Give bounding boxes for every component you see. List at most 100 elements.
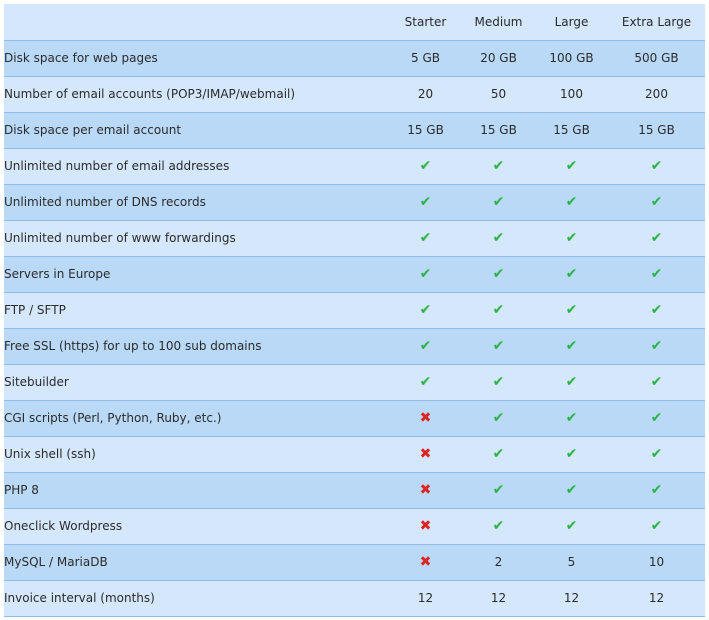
- feature-availability-cell: ✔: [608, 472, 705, 509]
- table-row: FTP / SFTP ✔ ✔ ✔ ✔: [4, 292, 705, 329]
- feature-availability-cell: ✔: [389, 328, 462, 365]
- feature-availability-cell: ✔: [462, 184, 535, 221]
- feature-availability-cell: ✔: [462, 472, 535, 509]
- check-icon: ✔: [419, 338, 432, 354]
- check-icon: ✔: [565, 302, 578, 318]
- feature-value-cell: 200: [608, 76, 705, 113]
- feature-label: Unix shell (ssh): [4, 436, 389, 473]
- feature-availability-cell: ✔: [389, 256, 462, 293]
- table-row: Oneclick Wordpress ✖ ✔ ✔ ✔: [4, 508, 705, 545]
- check-icon: ✔: [419, 158, 432, 174]
- feature-label: Number of email accounts (POP3/IMAP/webm…: [4, 76, 389, 113]
- feature-availability-cell: ✔: [608, 148, 705, 185]
- check-icon: ✔: [419, 230, 432, 246]
- feature-availability-cell: ✖: [389, 472, 462, 509]
- feature-label: MySQL / MariaDB: [4, 544, 389, 581]
- feature-value-cell: 100 GB: [535, 40, 608, 77]
- feature-availability-cell: ✔: [535, 472, 608, 509]
- check-icon: ✔: [650, 518, 663, 534]
- check-icon: ✔: [492, 410, 505, 426]
- table-row: MySQL / MariaDB ✖ 2 5 10: [4, 544, 705, 581]
- feature-value-cell: 15 GB: [535, 112, 608, 149]
- feature-availability-cell: ✔: [608, 436, 705, 473]
- feature-availability-cell: ✔: [535, 292, 608, 329]
- feature-availability-cell: ✖: [389, 544, 462, 581]
- feature-label: FTP / SFTP: [4, 292, 389, 329]
- check-icon: ✔: [650, 374, 663, 390]
- plan-header-starter: Starter: [389, 4, 462, 41]
- check-icon: ✔: [565, 266, 578, 282]
- feature-availability-cell: ✔: [608, 508, 705, 545]
- check-icon: ✔: [650, 482, 663, 498]
- check-icon: ✔: [650, 410, 663, 426]
- table-row: Sitebuilder ✔ ✔ ✔ ✔: [4, 364, 705, 401]
- feature-value-cell: 20 GB: [462, 40, 535, 77]
- check-icon: ✔: [565, 230, 578, 246]
- feature-availability-cell: ✔: [462, 256, 535, 293]
- feature-value-cell: 15 GB: [608, 112, 705, 149]
- feature-availability-cell: ✔: [462, 148, 535, 185]
- table-row: Free SSL (https) for up to 100 sub domai…: [4, 328, 705, 365]
- feature-availability-cell: ✔: [535, 184, 608, 221]
- check-icon: ✔: [492, 302, 505, 318]
- table-row: Number of email accounts (POP3/IMAP/webm…: [4, 76, 705, 113]
- feature-availability-cell: ✔: [462, 508, 535, 545]
- feature-availability-cell: ✔: [608, 256, 705, 293]
- check-icon: ✔: [419, 194, 432, 210]
- feature-value-cell: 50: [462, 76, 535, 113]
- feature-value-cell: 15 GB: [389, 112, 462, 149]
- feature-availability-cell: ✔: [535, 364, 608, 401]
- feature-availability-cell: ✔: [535, 328, 608, 365]
- feature-value-cell: 12: [462, 580, 535, 617]
- feature-availability-cell: ✖: [389, 400, 462, 437]
- feature-availability-cell: ✔: [535, 220, 608, 257]
- check-icon: ✔: [650, 194, 663, 210]
- feature-label: Oneclick Wordpress: [4, 508, 389, 545]
- feature-availability-cell: ✔: [608, 328, 705, 365]
- feature-value-cell: 2: [462, 544, 535, 581]
- check-icon: ✔: [419, 374, 432, 390]
- table-row: CGI scripts (Perl, Python, Ruby, etc.) ✖ ✔…: [4, 400, 705, 437]
- feature-label: Disk space per email account: [4, 112, 389, 149]
- table-row: PHP 8 ✖ ✔ ✔ ✔: [4, 472, 705, 509]
- feature-availability-cell: ✔: [608, 184, 705, 221]
- feature-availability-cell: ✔: [462, 220, 535, 257]
- feature-label: Disk space for web pages: [4, 40, 389, 77]
- check-icon: ✔: [650, 158, 663, 174]
- table-row: Disk space per email account 15 GB 15 GB 15…: [4, 112, 705, 149]
- check-icon: ✔: [492, 518, 505, 534]
- feature-label: CGI scripts (Perl, Python, Ruby, etc.): [4, 400, 389, 437]
- feature-label: Unlimited number of www forwardings: [4, 220, 389, 257]
- feature-availability-cell: ✔: [389, 220, 462, 257]
- table-row: Servers in Europe ✔ ✔ ✔ ✔: [4, 256, 705, 293]
- feature-label: Invoice interval (months): [4, 580, 389, 617]
- cross-icon: ✖: [419, 446, 432, 462]
- feature-label: Servers in Europe: [4, 256, 389, 293]
- feature-availability-cell: ✔: [535, 256, 608, 293]
- feature-value-cell: 5 GB: [389, 40, 462, 77]
- check-icon: ✔: [650, 338, 663, 354]
- feature-value-cell: 10: [608, 544, 705, 581]
- check-icon: ✔: [650, 266, 663, 282]
- check-icon: ✔: [419, 302, 432, 318]
- check-icon: ✔: [565, 338, 578, 354]
- check-icon: ✔: [565, 158, 578, 174]
- check-icon: ✔: [650, 302, 663, 318]
- pricing-comparison-table: Starter Medium Large Extra Large Disk sp…: [4, 4, 705, 617]
- feature-availability-cell: ✔: [389, 184, 462, 221]
- check-icon: ✔: [492, 338, 505, 354]
- check-icon: ✔: [492, 446, 505, 462]
- feature-availability-cell: ✔: [462, 328, 535, 365]
- check-icon: ✔: [492, 266, 505, 282]
- feature-availability-cell: ✔: [389, 148, 462, 185]
- cross-icon: ✖: [419, 410, 432, 426]
- feature-value-cell: 15 GB: [462, 112, 535, 149]
- check-icon: ✔: [565, 410, 578, 426]
- feature-column-header: [4, 4, 389, 41]
- feature-label: Unlimited number of DNS records: [4, 184, 389, 221]
- feature-label: Free SSL (https) for up to 100 sub domai…: [4, 328, 389, 365]
- feature-value-cell: 12: [389, 580, 462, 617]
- feature-availability-cell: ✔: [462, 364, 535, 401]
- feature-availability-cell: ✔: [535, 508, 608, 545]
- plan-header-medium: Medium: [462, 4, 535, 41]
